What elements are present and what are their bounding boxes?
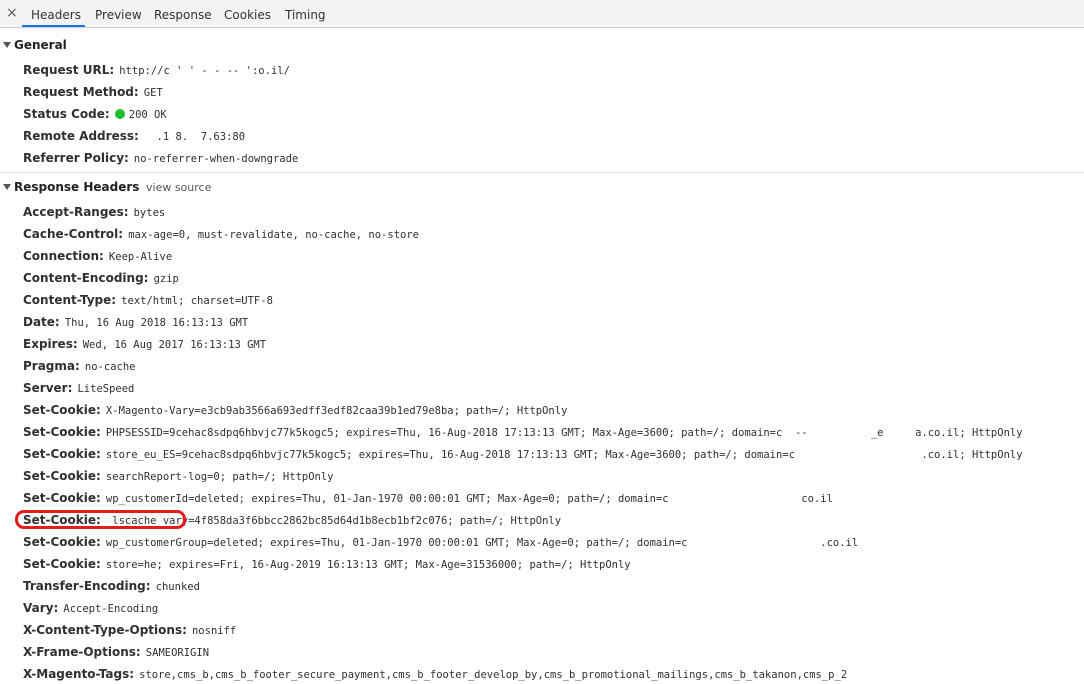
header-key: Cache-Control: bbox=[23, 227, 124, 241]
general-section-title: General bbox=[14, 38, 67, 52]
header-key: Set-Cookie: bbox=[23, 469, 101, 483]
response-header-row: Set-Cookie: PHPSESSID=9cehac8sdpq6hbvjc7… bbox=[23, 423, 1023, 439]
response-header-row: Set-Cookie: searchReport-log=0; path=/; … bbox=[23, 467, 334, 483]
header-key: Content-Encoding: bbox=[23, 271, 149, 285]
devtools-tab-bar: × Headers Preview Response Cookies Timin… bbox=[0, 0, 1084, 28]
header-key: Set-Cookie: bbox=[23, 491, 101, 505]
header-key: X-Magento-Tags: bbox=[23, 667, 135, 681]
header-value: Keep-Alive bbox=[108, 251, 173, 263]
header-value: searchReport-log=0; path=/; HttpOnly bbox=[105, 471, 334, 483]
header-value: bytes bbox=[133, 207, 166, 219]
tab-response[interactable]: Response bbox=[154, 8, 212, 22]
triangle-down-icon[interactable] bbox=[3, 184, 11, 190]
header-key: Accept-Ranges: bbox=[23, 205, 129, 219]
header-value: PHPSESSID=9cehac8sdpq6hbvjc77k5kogc5; ex… bbox=[105, 427, 1023, 439]
header-value: text/html; charset=UTF-8 bbox=[121, 295, 273, 307]
response-header-row: X-Content-Type-Options: nosniff bbox=[23, 621, 236, 637]
header-value: no-cache bbox=[84, 361, 136, 373]
header-key: Set-Cookie: bbox=[23, 425, 101, 439]
close-icon[interactable]: × bbox=[6, 5, 18, 21]
header-key: Transfer-Encoding: bbox=[23, 579, 151, 593]
general-row-referrer-policy: Referrer Policy: no-referrer-when-downgr… bbox=[23, 149, 298, 165]
general-row-request-url: Request URL: http://c ' ' - - -- ':o.il/ bbox=[23, 61, 290, 77]
header-value: http://c ' ' - - -- ':o.il/ bbox=[119, 65, 290, 77]
header-value: X-Magento-Vary=e3cb9ab3566a693edff3edf82… bbox=[105, 405, 568, 417]
header-value: max-age=0, must-revalidate, no-cache, no… bbox=[128, 229, 419, 241]
header-key: Expires: bbox=[23, 337, 78, 351]
response-header-row: Content-Type: text/html; charset=UTF-8 bbox=[23, 291, 273, 307]
header-key: Set-Cookie: bbox=[23, 403, 101, 417]
response-header-row: Set-Cookie: store_eu_ES=9cehac8sdpq6hbvj… bbox=[23, 445, 1023, 461]
general-section-header[interactable]: General bbox=[3, 38, 67, 52]
status-ok-icon bbox=[114, 109, 125, 119]
tab-timing[interactable]: Timing bbox=[285, 8, 326, 22]
header-value: no-referrer-when-downgrade bbox=[133, 153, 299, 165]
response-header-row: Set-Cookie: wp_customerId=deleted; expir… bbox=[23, 489, 833, 505]
tab-preview[interactable]: Preview bbox=[95, 8, 142, 22]
header-value: Wed, 16 Aug 2017 16:13:13 GMT bbox=[82, 339, 267, 351]
header-value: Accept-Encoding bbox=[63, 603, 159, 615]
response-headers-section-header[interactable]: Response Headers bbox=[3, 180, 139, 194]
header-key: Set-Cookie: bbox=[23, 557, 101, 571]
triangle-down-icon[interactable] bbox=[3, 42, 11, 48]
header-value: 200 OK bbox=[128, 109, 167, 121]
header-key: Set-Cookie: bbox=[23, 535, 101, 549]
header-value: .1 8. 7.63:80 bbox=[143, 131, 246, 143]
response-header-row: Vary: Accept-Encoding bbox=[23, 599, 158, 615]
header-key: Vary: bbox=[23, 601, 59, 615]
response-header-row: X-Frame-Options: SAMEORIGIN bbox=[23, 643, 209, 659]
header-value: wp_customerId=deleted; expires=Thu, 01-J… bbox=[105, 493, 833, 505]
response-header-row: X-Magento-Tags: store,cms_b,cms_b_footer… bbox=[23, 665, 847, 681]
active-tab-indicator bbox=[22, 25, 85, 27]
section-divider bbox=[0, 172, 1084, 173]
response-header-row: Set-Cookie: X-Magento-Vary=e3cb9ab3566a6… bbox=[23, 401, 567, 417]
header-key: Content-Type: bbox=[23, 293, 117, 307]
view-source-link[interactable]: view source bbox=[146, 181, 211, 195]
header-key: Set-Cookie: bbox=[23, 447, 101, 461]
response-header-row: Set-Cookie: wp_customerGroup=deleted; ex… bbox=[23, 533, 858, 549]
response-header-row: Transfer-Encoding: chunked bbox=[23, 577, 200, 593]
header-value: SAMEORIGIN bbox=[145, 647, 210, 659]
response-header-row: Cache-Control: max-age=0, must-revalidat… bbox=[23, 225, 419, 241]
header-key: Connection: bbox=[23, 249, 104, 263]
header-value: GET bbox=[143, 87, 163, 99]
annotation-highlight bbox=[15, 510, 186, 529]
header-key: Request Method: bbox=[23, 85, 139, 99]
header-key: Status Code: bbox=[23, 107, 110, 121]
general-row-request-method: Request Method: GET bbox=[23, 83, 163, 99]
header-value: LiteSpeed bbox=[77, 383, 135, 395]
general-row-status-code: Status Code: 200 OK bbox=[23, 105, 167, 121]
general-row-remote-address: Remote Address: .1 8. 7.63:80 bbox=[23, 127, 245, 143]
header-key: Request URL: bbox=[23, 63, 115, 77]
header-value: wp_customerGroup=deleted; expires=Thu, 0… bbox=[105, 537, 859, 549]
tab-cookies[interactable]: Cookies bbox=[224, 8, 271, 22]
response-headers-title: Response Headers bbox=[14, 180, 140, 194]
header-key: Remote Address: bbox=[23, 129, 139, 143]
header-value: store=he; expires=Fri, 16-Aug-2019 16:13… bbox=[105, 559, 631, 571]
header-value: nosniff bbox=[191, 625, 237, 637]
header-key: Date: bbox=[23, 315, 60, 329]
header-key: Referrer Policy: bbox=[23, 151, 129, 165]
response-header-row: Accept-Ranges: bytes bbox=[23, 203, 165, 219]
response-header-row: Connection: Keep-Alive bbox=[23, 247, 172, 263]
response-header-row: Set-Cookie: store=he; expires=Fri, 16-Au… bbox=[23, 555, 631, 571]
header-key: X-Frame-Options: bbox=[23, 645, 141, 659]
header-value: gzip bbox=[153, 273, 179, 285]
header-key: X-Content-Type-Options: bbox=[23, 623, 187, 637]
header-value: store_eu_ES=9cehac8sdpq6hbvjc77k5kogc5; … bbox=[105, 449, 1023, 461]
response-header-row: Server: LiteSpeed bbox=[23, 379, 134, 395]
response-header-row: Content-Encoding: gzip bbox=[23, 269, 179, 285]
response-header-row: Pragma: no-cache bbox=[23, 357, 135, 373]
header-value: chunked bbox=[155, 581, 200, 593]
response-header-row: Expires: Wed, 16 Aug 2017 16:13:13 GMT bbox=[23, 335, 266, 351]
header-value: Thu, 16 Aug 2018 16:13:13 GMT bbox=[64, 317, 249, 329]
header-value: store,cms_b,cms_b_footer_secure_payment,… bbox=[139, 669, 848, 681]
header-key: Pragma: bbox=[23, 359, 80, 373]
tab-headers[interactable]: Headers bbox=[31, 8, 81, 22]
response-header-row: Date: Thu, 16 Aug 2018 16:13:13 GMT bbox=[23, 313, 248, 329]
header-key: Server: bbox=[23, 381, 73, 395]
